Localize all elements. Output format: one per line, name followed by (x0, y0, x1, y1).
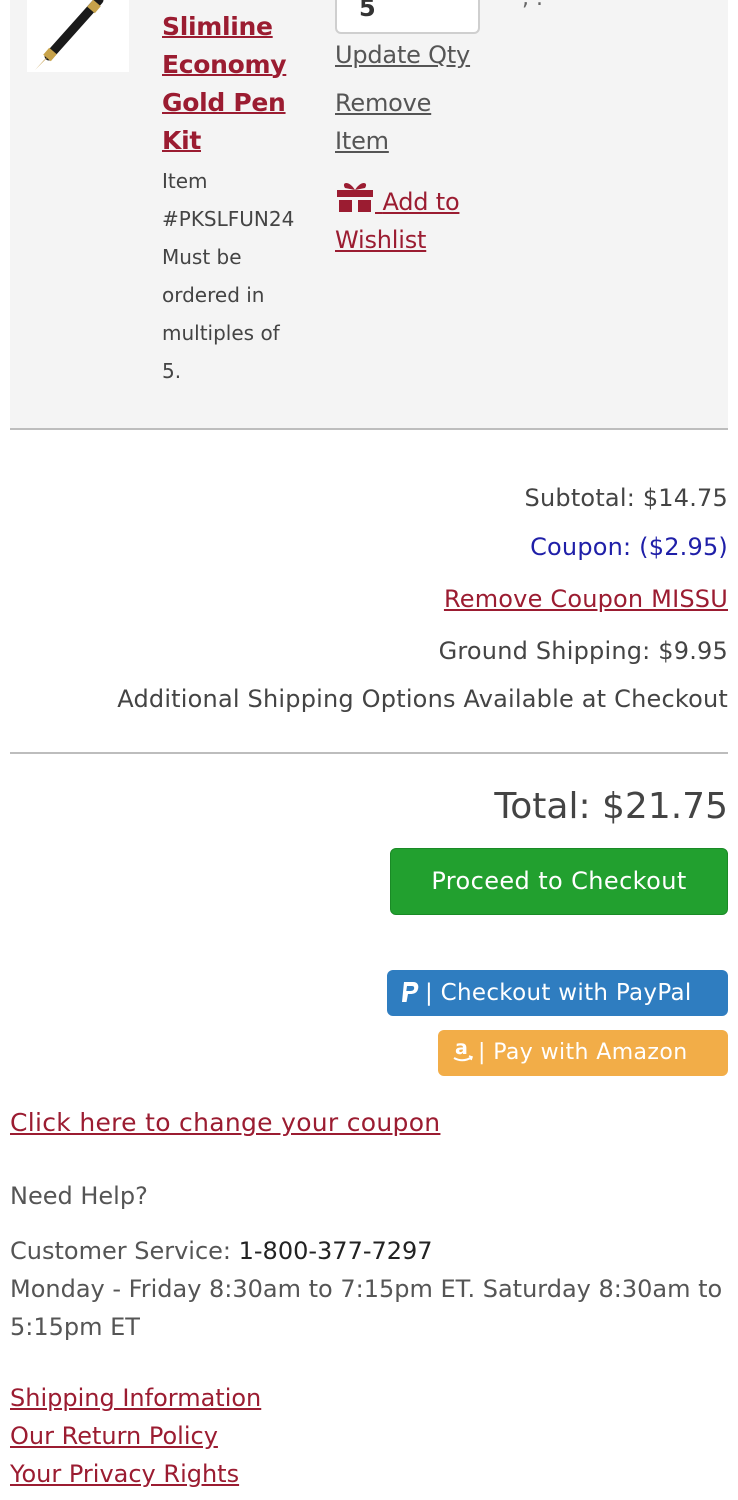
ground-shipping: Ground Shipping: $9.95 (438, 637, 728, 665)
paypal-button-label: | Checkout with PayPal (425, 980, 692, 1006)
shipping-information-link[interactable]: Shipping Information (10, 1384, 261, 1412)
product-name-line: Kit (162, 126, 201, 155)
remove-item-label: Remove (335, 89, 432, 117)
item-note-line: ordered in (162, 283, 265, 307)
wishlist-label: Add to (382, 188, 460, 216)
help-text: Customer Service: 1-800-377-7297 Monday … (10, 1232, 725, 1346)
business-hours: Monday - Friday 8:30am to 7:15pm ET. Sat… (10, 1275, 723, 1341)
item-note-line: 5. (162, 359, 182, 383)
quantity-value: 5 (359, 0, 376, 22)
item-number: #PKSLFUN24 (162, 207, 295, 231)
wishlist-label: Wishlist (335, 226, 427, 254)
item-note-line: Must be (162, 245, 242, 269)
svg-text:a: a (455, 1037, 468, 1059)
product-name-line: Gold Pen (162, 88, 286, 117)
product-thumbnail[interactable] (27, 0, 129, 72)
order-total: Total: $21.75 (494, 786, 728, 827)
gift-icon (337, 183, 373, 212)
pen-image (35, 0, 104, 70)
amazon-button-label: | Pay with Amazon (478, 1040, 688, 1065)
item-meta: Item #PKSLFUN24 Must be ordered in multi… (162, 162, 307, 390)
cart-item: Slimline Economy Gold Pen Kit Item #PKSL… (10, 0, 728, 430)
paypal-icon (402, 982, 419, 1002)
remove-coupon-link[interactable]: Remove Coupon MISSU (444, 585, 728, 613)
remove-item-label: Item (335, 127, 389, 155)
proceed-to-checkout-button[interactable]: Proceed to Checkout (390, 848, 728, 915)
subtotal: Subtotal: $14.75 (524, 484, 728, 512)
phone-number[interactable]: 1-800-377-7297 (239, 1237, 433, 1265)
paypal-checkout-button[interactable]: | Checkout with PayPal (387, 970, 728, 1016)
product-name-link[interactable]: Slimline Economy Gold Pen Kit (162, 8, 302, 160)
help-title: Need Help? (10, 1182, 148, 1210)
price-hint-cropped: , . (522, 0, 543, 11)
quantity-input[interactable]: 5 (335, 0, 480, 34)
amazon-icon: a (453, 1037, 474, 1062)
customer-service-label: Customer Service: (10, 1237, 239, 1265)
remove-item-link[interactable]: Remove Item (335, 84, 431, 160)
amazon-pay-button[interactable]: a | Pay with Amazon (438, 1030, 728, 1076)
product-name-line: Economy (162, 50, 287, 79)
item-label: Item (162, 169, 208, 193)
change-coupon-link[interactable]: Click here to change your coupon (10, 1108, 440, 1137)
product-name-line: Slimline (162, 12, 273, 41)
item-note-line: multiples of (162, 321, 280, 345)
divider (10, 752, 728, 754)
coupon-discount: Coupon: ($2.95) (530, 533, 728, 561)
update-qty-link[interactable]: Update Qty (335, 36, 470, 74)
return-policy-link[interactable]: Our Return Policy (10, 1422, 218, 1450)
privacy-rights-link[interactable]: Your Privacy Rights (10, 1460, 239, 1488)
shipping-note: Additional Shipping Options Available at… (117, 685, 728, 713)
add-to-wishlist-link[interactable]: Add to Wishlist (335, 180, 495, 259)
